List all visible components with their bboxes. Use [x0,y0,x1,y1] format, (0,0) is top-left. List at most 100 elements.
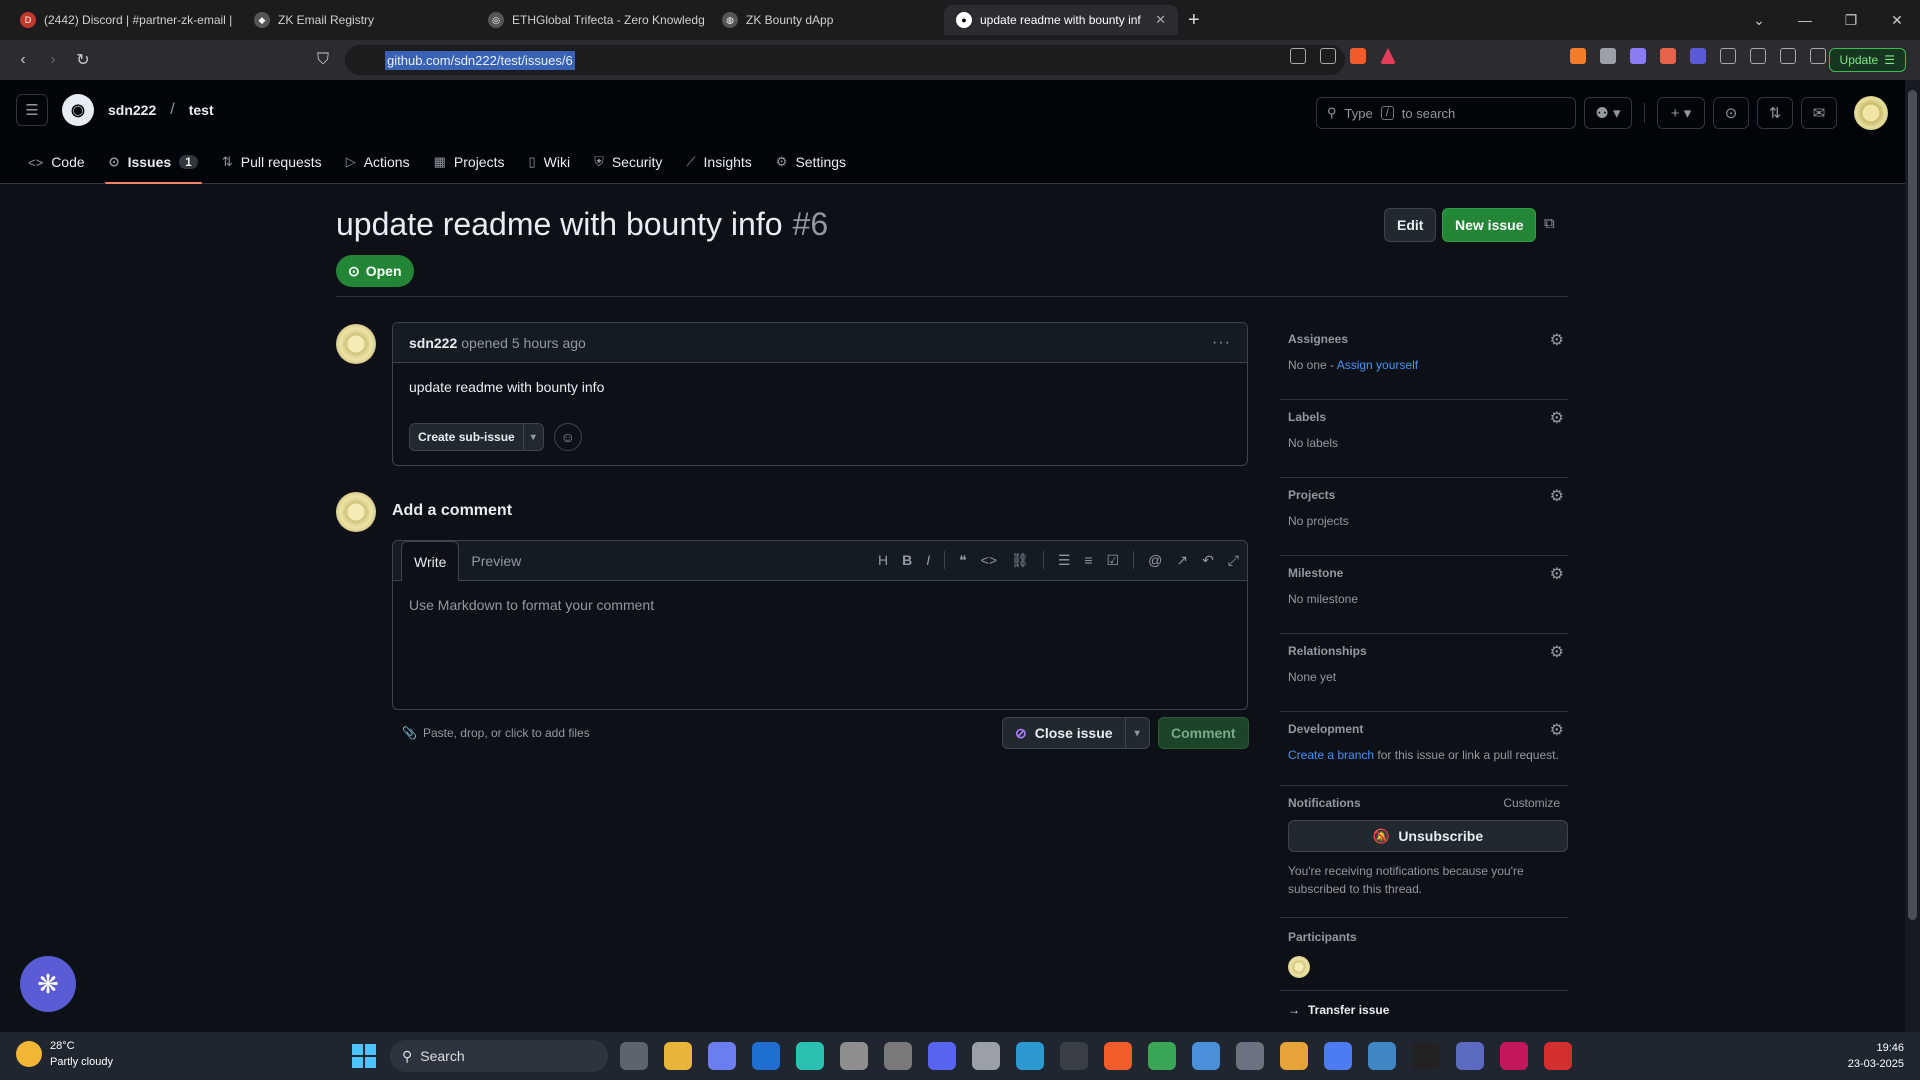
breadcrumb-repo[interactable]: test [189,102,214,118]
brave-rewards-icon[interactable] [1380,48,1396,64]
browser-tab-ethglobal[interactable]: ◎ ETHGlobal Trifecta - Zero Knowledg [476,5,710,35]
page-scrollbar[interactable] [1905,80,1920,1032]
puzzle-icon[interactable] [1720,48,1736,64]
user-avatar[interactable] [1854,96,1888,130]
link-icon[interactable]: ⛓ [1011,552,1029,569]
comment-timestamp[interactable]: opened 5 hours ago [461,335,586,351]
vpn-app-icon[interactable] [1324,1042,1352,1070]
inbox-icon[interactable]: ✉ [1801,97,1837,129]
browser-tab-zk-bounty[interactable]: ◍ ZK Bounty dApp [710,5,944,35]
tab-projects[interactable]: ▦ Projects [422,144,517,180]
unsubscribe-button[interactable]: 🔕 Unsubscribe [1288,820,1568,852]
app-icon[interactable] [884,1042,912,1070]
app-icon[interactable] [1368,1042,1396,1070]
discord-icon[interactable] [928,1042,956,1070]
chrome-icon[interactable] [1148,1042,1176,1070]
browser-tab-discord[interactable]: D (2442) Discord | #partner-zk-email | [8,5,242,35]
weather-widget[interactable]: 28°C Partly cloudy [16,1038,113,1070]
windows-start-icon[interactable] [352,1044,376,1068]
tab-issues[interactable]: ⊙ Issues 1 [97,144,210,184]
search-input[interactable]: ⚲ Type / to search [1316,97,1576,129]
mention-icon[interactable]: @ [1148,552,1162,568]
terminal-icon[interactable] [1060,1042,1088,1070]
gear-icon[interactable]: ⚙ [1550,642,1564,662]
copy-link-icon[interactable]: ⧉ [1544,215,1555,232]
unity-icon[interactable] [1412,1042,1440,1070]
tab-search-icon[interactable]: ⌄ [1736,12,1782,29]
create-sub-issue-button[interactable]: Create sub-issue ▾ [409,423,544,451]
tab-settings[interactable]: ⚙ Settings [764,144,858,180]
edge-icon[interactable] [1016,1042,1044,1070]
system-clock[interactable]: 19:46 23-03-2025 [1848,1040,1904,1072]
cast-icon[interactable] [1290,48,1306,64]
gear-icon[interactable]: ⚙ [1550,720,1564,740]
app-icon[interactable] [1500,1042,1528,1070]
tab-pull-requests[interactable]: ⇅ Pull requests [210,144,334,180]
close-window-icon[interactable]: ✕ [1874,12,1920,29]
tab-preview[interactable]: Preview [459,542,533,580]
bookmark-icon[interactable]: ⛉ [308,51,338,69]
tab-write[interactable]: Write [401,541,460,581]
avatar[interactable] [336,324,376,364]
browser-tab-zk-email[interactable]: ◆ ZK Email Registry [242,5,476,35]
file-explorer-icon[interactable] [664,1042,692,1070]
gear-icon[interactable]: ⚙ [1550,408,1564,428]
create-branch-link[interactable]: Create a branch [1288,748,1374,762]
url-input[interactable]: github.com/sdn222/test/issues/6 [345,45,1345,75]
code-icon[interactable]: <> [981,552,997,568]
avatar[interactable] [1288,956,1310,978]
comment-textarea[interactable]: Use Markdown to format your comment [393,581,1247,629]
chevron-down-icon[interactable]: ▾ [522,424,543,450]
issues-icon[interactable]: ⊙ [1713,97,1749,129]
gear-icon[interactable]: ⚙ [1550,564,1564,584]
unordered-list-icon[interactable]: ☰ [1058,552,1071,569]
brave-icon[interactable] [1104,1042,1132,1070]
app-icon[interactable] [840,1042,868,1070]
smiley-icon[interactable]: ☺ [553,423,582,451]
leo-icon[interactable] [1780,48,1796,64]
create-new-icon[interactable]: + ▾ [1657,97,1705,129]
breadcrumb-owner[interactable]: sdn222 [108,102,156,118]
app-icon[interactable] [796,1042,824,1070]
brave-shield-icon[interactable] [1350,48,1366,64]
avatar[interactable] [336,492,376,532]
pull-requests-icon[interactable]: ⇅ [1757,97,1793,129]
chevron-down-icon[interactable]: ▾ [1124,718,1149,748]
comment-button[interactable]: Comment [1158,717,1249,749]
customize-link[interactable]: Customize [1503,796,1560,810]
vpn-icon[interactable] [1810,48,1826,64]
quote-icon[interactable]: ❝ [959,552,967,569]
edit-button[interactable]: Edit [1384,208,1437,242]
calculator-icon[interactable] [1236,1042,1264,1070]
reload-icon[interactable]: ↻ [68,50,98,70]
cross-reference-icon[interactable]: ↗ [1176,552,1188,569]
hamburger-icon[interactable]: ☰ [16,94,48,126]
assign-yourself-link[interactable]: Assign yourself [1337,358,1418,372]
chrome-icon[interactable] [1280,1042,1308,1070]
close-issue-button[interactable]: ⊘ Close issue ▾ [1002,717,1150,749]
reply-icon[interactable]: ↶ [1202,552,1214,569]
task-list-icon[interactable]: ☑ [1107,552,1120,569]
outlook-icon[interactable] [752,1042,780,1070]
minimize-icon[interactable]: — [1782,12,1828,28]
extension-icon[interactable] [1600,48,1616,64]
store-icon[interactable] [972,1042,1000,1070]
copilot-icon[interactable]: ⚉ ▾ [1584,97,1632,129]
extension-icon[interactable] [1630,48,1646,64]
forward-icon[interactable]: › [38,51,68,69]
tab-insights[interactable]: ⟋ Insights [674,144,763,180]
restore-icon[interactable]: ❐ [1828,12,1874,29]
transfer-issue-link[interactable]: → Transfer issue [1280,1003,1568,1017]
share-icon[interactable] [1320,48,1336,64]
gear-icon[interactable]: ⚙ [1550,330,1564,350]
ordered-list-icon[interactable]: ≡ [1084,552,1092,568]
new-tab-icon[interactable]: + [1178,9,1210,32]
bold-icon[interactable]: B [902,552,912,568]
new-issue-button[interactable]: New issue [1442,208,1537,242]
close-issue-main[interactable]: ⊘ Close issue [1003,725,1125,742]
kebab-menu-icon[interactable]: ··· [1212,334,1231,352]
back-icon[interactable]: ‹ [8,51,38,69]
tab-actions[interactable]: ▷ Actions [334,144,422,180]
copilot-app-icon[interactable] [708,1042,736,1070]
url-text[interactable]: github.com/sdn222/test/issues/6 [385,50,575,70]
